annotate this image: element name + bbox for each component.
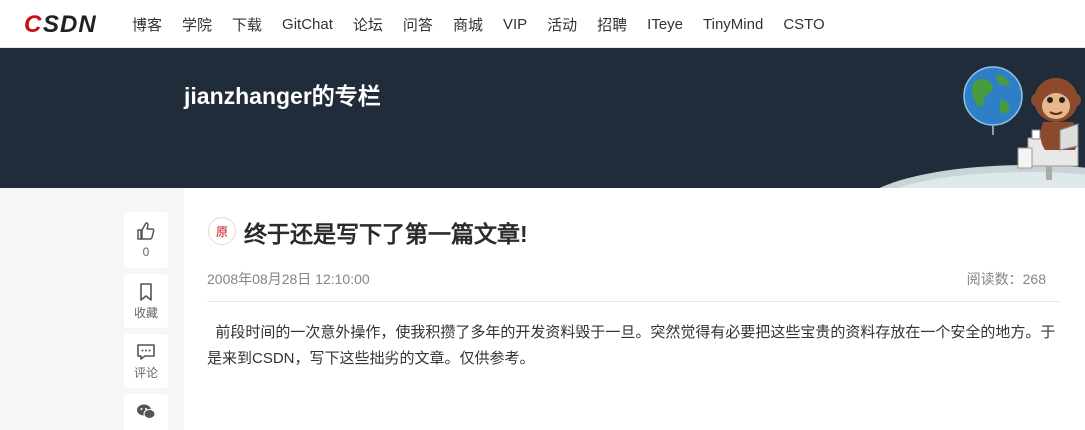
blog-column-title[interactable]: jianzhanger的专栏 [184, 77, 381, 111]
nav-menu: 博客 学院 下载 GitChat 论坛 问答 商城 VIP 活动 招聘 ITey… [132, 0, 845, 48]
like-count: 0 [142, 245, 150, 259]
nav-item-csto[interactable]: CSTO [783, 16, 824, 33]
share-wechat-button[interactable] [124, 394, 168, 430]
comment-label: 评论 [133, 366, 158, 380]
thumbs-up-icon [137, 222, 155, 240]
article-card: 原 终于还是写下了第一篇文章! 2008年08月28日 12:10:00 阅读数… [184, 188, 1085, 430]
nav-item-download[interactable]: 下载 [232, 14, 262, 35]
svg-text:C: C [24, 11, 42, 37]
nav-item-blog[interactable]: 博客 [132, 14, 162, 35]
nav-item-forum[interactable]: 论坛 [353, 14, 383, 35]
nav-item-mall[interactable]: 商城 [453, 14, 483, 35]
favorite-button[interactable]: 收藏 [124, 274, 168, 328]
article-title: 终于还是写下了第一篇文章! [244, 221, 528, 247]
original-badge: 原 [208, 217, 236, 245]
nav-item-qa[interactable]: 问答 [403, 14, 433, 35]
article-action-rail: 0 收藏 评论 [124, 212, 168, 430]
article-body: 前段时间的一次意外操作，使我积攒了多年的开发资料毁于一旦。突然觉得有必要把这些宝… [207, 324, 1056, 367]
article-date: 2008年08月28日 12:10:00 [207, 271, 370, 287]
csdn-logo[interactable]: C SDN [24, 11, 110, 37]
bookmark-icon [140, 283, 152, 301]
top-navbar: C SDN 博客 学院 下载 GitChat 论坛 问答 商城 VIP 活动 招… [0, 0, 1085, 48]
monkey-globe-illustration [879, 66, 1085, 188]
nav-item-iteye[interactable]: ITeye [647, 16, 683, 33]
nav-item-jobs[interactable]: 招聘 [597, 14, 627, 35]
nav-item-vip[interactable]: VIP [503, 16, 527, 33]
favorite-label: 收藏 [133, 306, 158, 320]
nav-item-gitchat[interactable]: GitChat [282, 16, 333, 33]
blog-banner: jianzhanger的专栏 [0, 48, 1085, 188]
read-count: 阅读数：268 [966, 271, 1046, 287]
wechat-icon [137, 404, 156, 419]
like-button[interactable]: 0 [124, 212, 168, 268]
nav-item-academy[interactable]: 学院 [182, 14, 212, 35]
svg-text:SDN: SDN [43, 11, 97, 37]
comment-button[interactable]: 评论 [124, 334, 168, 388]
divider [207, 301, 1060, 302]
nav-item-tinymind[interactable]: TinyMind [703, 16, 763, 33]
nav-item-events[interactable]: 活动 [547, 14, 577, 35]
comment-icon [137, 344, 155, 360]
